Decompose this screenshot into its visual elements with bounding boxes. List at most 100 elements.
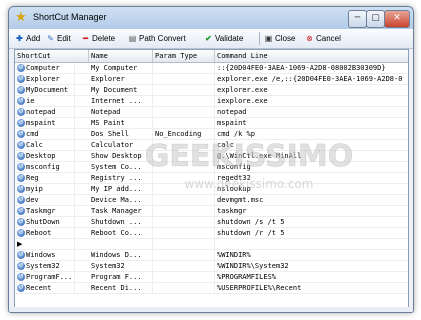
cell-name[interactable]: Show Desktop (89, 151, 153, 161)
cell-name[interactable] (89, 239, 153, 249)
cell-command-line[interactable]: regedt32 (215, 173, 408, 183)
cell-param-type[interactable] (153, 63, 215, 73)
column-header-param-type[interactable]: Param Type (153, 50, 215, 62)
cell-param-type[interactable] (153, 107, 215, 117)
minimize-button[interactable]: ─ (348, 10, 367, 28)
cell-param-type[interactable] (153, 173, 215, 183)
cell-command-line[interactable]: devmgmt.msc (215, 195, 408, 205)
validate-button[interactable]: ✔ Validate (204, 32, 243, 45)
cell-command-line[interactable] (215, 239, 408, 249)
table-row[interactable]: ↺ Taskmgr Task Manager taskmgr (15, 206, 408, 217)
cell-shortcut[interactable]: Reboot (15, 228, 75, 238)
table-row[interactable]: ↺ Recent Recent Di... %USERPROFILE%\Recent (15, 283, 408, 294)
cell-shortcut[interactable]: Taskmgr (15, 206, 75, 216)
delete-button[interactable]: ━ Delete (81, 32, 115, 45)
cell-shortcut[interactable]: Calc (15, 140, 75, 150)
cell-command-line[interactable]: shutdown /r /t 5 (215, 228, 408, 238)
column-header-name[interactable]: Name (89, 50, 153, 62)
table-row[interactable]: ↺ System32 System32 %WINDIR%\System32 (15, 261, 408, 272)
table-row[interactable]: ↺ mspaint MS Paint mspaint (15, 118, 408, 129)
cell-command-line[interactable]: nslookup (215, 184, 408, 194)
cell-param-type[interactable] (153, 74, 215, 84)
cell-name[interactable]: Recent Di... (89, 283, 153, 293)
cell-shortcut[interactable]: mspaint (15, 118, 75, 128)
close-button[interactable]: ▣ Close (264, 32, 296, 45)
cell-param-type[interactable] (153, 250, 215, 260)
cell-param-type[interactable] (153, 140, 215, 150)
cell-param-type[interactable]: No_Encoding (153, 129, 215, 139)
cell-shortcut[interactable]: notepad (15, 107, 75, 117)
table-row[interactable]: ↺ ie Internet ... iexplore.exe (15, 96, 408, 107)
path-convert-button[interactable]: ▤ Path Convert (128, 32, 186, 45)
close-window-button[interactable]: ✕ (384, 10, 410, 28)
cell-name[interactable]: Windows D... (89, 250, 153, 260)
table-row[interactable]: ↺ dev Device Ma... devmgmt.msc (15, 195, 408, 206)
cell-name[interactable]: Calculator (89, 140, 153, 150)
cell-shortcut[interactable]: ie (15, 96, 75, 106)
cell-command-line[interactable]: %USERPROFILE%\Recent (215, 283, 408, 293)
table-row[interactable]: ↺ myip My IP add... nslookup (15, 184, 408, 195)
cell-command-line[interactable]: %WINDIR% (215, 250, 408, 260)
cell-shortcut[interactable]: Desktop (15, 151, 75, 161)
cell-shortcut[interactable]: dev (15, 195, 75, 205)
cell-shortcut[interactable]: Recent (15, 283, 75, 293)
cell-name[interactable]: Shutdown ... (89, 217, 153, 227)
cell-name[interactable]: Registry ... (89, 173, 153, 183)
shortcut-grid[interactable]: ShortCut Name Param Type Command Line ↺ C… (14, 49, 409, 309)
cell-command-line[interactable]: %WINDIR%\System32 (215, 261, 408, 271)
cell-param-type[interactable] (153, 118, 215, 128)
cell-command-line[interactable]: @.\WinCtl.exe MinAll (215, 151, 408, 161)
cell-name[interactable]: Notepad (89, 107, 153, 117)
cell-command-line[interactable]: %PROGRAMFILES% (215, 272, 408, 282)
cell-command-line[interactable]: msconfig (215, 162, 408, 172)
cell-name[interactable]: Program F... (89, 272, 153, 282)
table-row[interactable]: ▶ (15, 239, 408, 250)
cell-shortcut[interactable]: cmd (15, 129, 75, 139)
cell-param-type[interactable] (153, 195, 215, 205)
cell-shortcut[interactable]: Explorer (15, 74, 75, 84)
cancel-button[interactable]: ⊗ Cancel (305, 32, 341, 45)
cell-param-type[interactable] (153, 206, 215, 216)
cell-param-type[interactable] (153, 217, 215, 227)
cell-command-line[interactable]: cmd /k %p (215, 129, 408, 139)
cell-name[interactable]: MS Paint (89, 118, 153, 128)
cell-param-type[interactable] (153, 239, 215, 249)
cell-name[interactable]: System32 (89, 261, 153, 271)
cell-command-line[interactable]: taskmgr (215, 206, 408, 216)
table-row[interactable]: ↺ Explorer Explorer explorer.exe /e,::{20D0… (15, 74, 408, 85)
cell-param-type[interactable] (153, 184, 215, 194)
cell-param-type[interactable] (153, 272, 215, 282)
cell-name[interactable]: System Co... (89, 162, 153, 172)
cell-shortcut[interactable]: Reg (15, 173, 75, 183)
cell-command-line[interactable]: calc (215, 140, 408, 150)
cell-command-line[interactable]: notepad (215, 107, 408, 117)
table-row[interactable]: ↺ msconfig System Co... msconfig (15, 162, 408, 173)
column-header-command-line[interactable]: Command Line (215, 50, 408, 62)
table-row[interactable]: ↺ notepad Notepad notepad (15, 107, 408, 118)
column-header-shortcut[interactable]: ShortCut (15, 50, 89, 62)
cell-shortcut[interactable]: myip (15, 184, 75, 194)
cell-name[interactable]: Explorer (89, 74, 153, 84)
table-row[interactable]: ↺ cmd Dos Shell No_Encoding cmd /k %p (15, 129, 408, 140)
cell-command-line[interactable]: explorer.exe (215, 85, 408, 95)
cell-shortcut[interactable]: System32 (15, 261, 75, 271)
cell-shortcut[interactable] (15, 239, 75, 249)
cell-command-line[interactable]: iexplore.exe (215, 96, 408, 106)
cell-shortcut[interactable]: ShutDown (15, 217, 75, 227)
cell-param-type[interactable] (153, 96, 215, 106)
cell-name[interactable]: Internet ... (89, 96, 153, 106)
cell-name[interactable]: My Computer (89, 63, 153, 73)
cell-name[interactable]: Reboot Co... (89, 228, 153, 238)
cell-param-type[interactable] (153, 283, 215, 293)
cell-shortcut[interactable]: Windows (15, 250, 75, 260)
cell-param-type[interactable] (153, 261, 215, 271)
table-row[interactable]: ↺ Windows Windows D... %WINDIR% (15, 250, 408, 261)
cell-command-line[interactable]: mspaint (215, 118, 408, 128)
cell-command-line[interactable]: explorer.exe /e,::{20D04FE0-3AEA-1069-A2… (215, 74, 408, 84)
cell-name[interactable]: Dos Shell (89, 129, 153, 139)
cell-param-type[interactable] (153, 162, 215, 172)
cell-name[interactable]: My Document (89, 85, 153, 95)
cell-command-line[interactable]: shutdown /s /t 5 (215, 217, 408, 227)
cell-name[interactable]: Task Manager (89, 206, 153, 216)
title-bar[interactable]: ★ ShortCut Manager ─ ▢ ✕ (9, 7, 413, 29)
